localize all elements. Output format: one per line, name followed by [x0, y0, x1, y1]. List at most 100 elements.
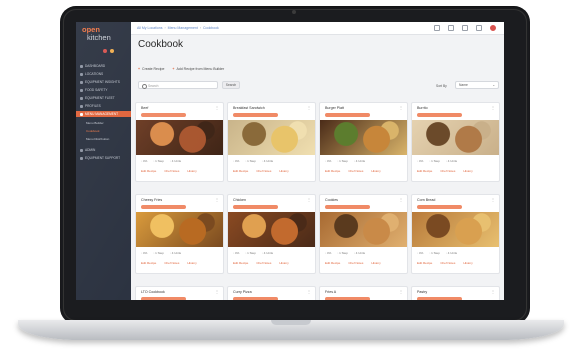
more-options-icon[interactable]: ⋮	[307, 105, 311, 110]
sidebar-subitem-cookbook[interactable]: Cookbook	[86, 129, 100, 133]
top-icons	[434, 25, 496, 31]
breadcrumb-all-locations[interactable]: All My Locations	[137, 26, 162, 30]
recipe-links: Edit Recipe Chef Notes History	[141, 169, 197, 173]
recipe-photo	[412, 120, 499, 155]
recipe-card[interactable]: Beef ⋮ ◦ 4% ◦ 1 Step ◦ 4 Units Edit Recipe Che…	[135, 102, 224, 182]
recipe-links: Edit Recipe Chef Notes History	[141, 261, 197, 265]
history-link[interactable]: History	[187, 169, 196, 173]
recipe-card[interactable]: Burrito ⋮ ◦ 4% ◦ 1 Step ◦ 4 Units Edit Recipe…	[411, 102, 500, 182]
fleet-icon	[80, 96, 83, 100]
sort-value: Name	[459, 83, 468, 87]
chef-notes-link[interactable]: Chef Notes	[440, 261, 455, 265]
more-options-icon[interactable]: ⋮	[215, 105, 219, 110]
recipe-card[interactable]: Cookies ⋮ ◦ 4% ◦ 1 Step ◦ 4 Units Edit Recipe…	[319, 194, 408, 274]
recipe-card[interactable]: Burger Platt ⋮ ◦ 4% ◦ 1 Step ◦ 4 Units Edit R…	[319, 102, 408, 182]
recipe-meta-item: ◦ 4%	[233, 251, 240, 255]
sidebar-item-locations[interactable]: LOCATIONS	[80, 72, 103, 76]
edit-recipe-link[interactable]: Edit Recipe	[233, 169, 248, 173]
create-recipe-button[interactable]: + Create Recipe	[138, 67, 164, 71]
history-link[interactable]: History	[371, 261, 380, 265]
history-link[interactable]: History	[187, 261, 196, 265]
recipe-tag-badge	[417, 297, 462, 300]
edit-recipe-link[interactable]: Edit Recipe	[417, 261, 432, 265]
help-icon[interactable]	[434, 25, 440, 31]
more-options-icon[interactable]: ⋮	[491, 289, 495, 294]
recipe-links: Edit Recipe Chef Notes History	[325, 169, 381, 173]
plus-icon: +	[172, 67, 175, 71]
recipe-tag-badge	[325, 205, 370, 209]
sidebar-item-equipment-fleet[interactable]: EQUIPMENT FLEET	[80, 96, 115, 100]
more-options-icon[interactable]: ⋮	[399, 197, 403, 202]
settings-icon[interactable]	[462, 25, 468, 31]
recipe-card[interactable]: Breakfast Sandwich ⋮ ◦ 4% ◦ 1 Step ◦ 4 Units…	[227, 102, 316, 182]
edit-recipe-link[interactable]: Edit Recipe	[141, 169, 156, 173]
chef-notes-link[interactable]: Chef Notes	[348, 169, 363, 173]
sidebar-item-food-safety[interactable]: FOOD SAFETY	[80, 88, 108, 92]
user-avatar-icon[interactable]	[490, 25, 496, 31]
breadcrumb-menu-management[interactable]: Menu Management	[168, 26, 198, 30]
more-options-icon[interactable]: ⋮	[399, 105, 403, 110]
more-options-icon[interactable]: ⋮	[215, 197, 219, 202]
edit-recipe-link[interactable]: Edit Recipe	[325, 261, 340, 265]
brand-logo[interactable]: open kitchen	[82, 26, 111, 42]
sidebar-item-admin[interactable]: ADMIN	[80, 148, 95, 152]
recipe-card[interactable]: Curry Pizza ⋮	[227, 286, 316, 300]
more-options-icon[interactable]: ⋮	[491, 105, 495, 110]
sidebar-item-profiles[interactable]: PROFILES	[80, 104, 101, 108]
recipe-meta-item: ◦ 4%	[141, 159, 148, 163]
sidebar-subitem-menu-builder[interactable]: Menu Builder	[86, 121, 104, 125]
page-title: Cookbook	[138, 39, 184, 50]
search-input[interactable]: Search	[138, 81, 218, 89]
more-options-icon[interactable]: ⋮	[307, 289, 311, 294]
recipe-name: Pastry	[417, 290, 428, 294]
more-options-icon[interactable]: ⋮	[307, 197, 311, 202]
recipe-card[interactable]: LTO Cookbook ⋮	[135, 286, 224, 300]
sidebar-item-equipment-insights[interactable]: EQUIPMENT INSIGHTS	[80, 80, 120, 84]
breadcrumb-cookbook[interactable]: Cookbook	[203, 26, 219, 30]
history-link[interactable]: History	[463, 261, 472, 265]
camera-icon	[292, 10, 296, 14]
more-options-icon[interactable]: ⋮	[215, 289, 219, 294]
sidebar-item-menu-management[interactable]: MENU MANAGEMENT	[76, 111, 131, 117]
more-options-icon[interactable]: ⋮	[491, 197, 495, 202]
history-link[interactable]: History	[463, 169, 472, 173]
refresh-icon[interactable]	[448, 25, 454, 31]
chef-notes-link[interactable]: Chef Notes	[164, 169, 179, 173]
sidebar-item-dashboard[interactable]: DASHBOARD	[80, 64, 105, 68]
sidebar: open kitchen DASHBOARD LOCATIONS EQUIPME…	[76, 22, 131, 300]
recipe-name: Chicken	[233, 198, 246, 202]
edit-recipe-link[interactable]: Edit Recipe	[325, 169, 340, 173]
chef-notes-link[interactable]: Chef Notes	[440, 169, 455, 173]
edit-recipe-link[interactable]: Edit Recipe	[141, 261, 156, 265]
more-options-icon[interactable]: ⋮	[399, 289, 403, 294]
chef-notes-link[interactable]: Chef Notes	[348, 261, 363, 265]
sort-select[interactable]: Name ⌄	[455, 81, 499, 89]
recipe-meta-item: ◦ 4%	[417, 159, 424, 163]
recipe-meta: ◦ 4% ◦ 1 Step ◦ 4 Units	[233, 159, 273, 163]
recipe-card[interactable]: Chicken ⋮ ◦ 4% ◦ 1 Step ◦ 4 Units Edit Recipe…	[227, 194, 316, 274]
history-link[interactable]: History	[279, 169, 288, 173]
notification-icon[interactable]	[110, 49, 114, 53]
recipe-tag-badge	[141, 205, 186, 209]
add-from-menu-builder-button[interactable]: + Add Recipe from Menu Builder	[172, 67, 224, 71]
alert-icon[interactable]	[103, 49, 107, 53]
recipe-card[interactable]: Cheesy Fries ⋮ ◦ 4% ◦ 1 Step ◦ 4 Units Edit R…	[135, 194, 224, 274]
recipe-meta-item: ◦ 4 Units	[353, 251, 366, 255]
recipe-tag-badge	[417, 113, 462, 117]
sidebar-item-equipment-support[interactable]: EQUIPMENT SUPPORT	[80, 156, 120, 160]
recipe-card[interactable]: Pastry ⋮	[411, 286, 500, 300]
grid-icon[interactable]	[476, 25, 482, 31]
search-button[interactable]: Search	[222, 81, 240, 89]
edit-recipe-link[interactable]: Edit Recipe	[233, 261, 248, 265]
chef-notes-link[interactable]: Chef Notes	[164, 261, 179, 265]
recipe-card[interactable]: Corn Bread ⋮ ◦ 4% ◦ 1 Step ◦ 4 Units Edit Rec…	[411, 194, 500, 274]
history-link[interactable]: History	[279, 261, 288, 265]
history-link[interactable]: History	[371, 169, 380, 173]
recipe-card[interactable]: Fries A ⋮	[319, 286, 408, 300]
sidebar-subitem-menu-distribution[interactable]: Menu Distribution	[86, 137, 109, 141]
recipe-meta-item: ◦ 4 Units	[445, 159, 458, 163]
sidebar-item-label: EQUIPMENT INSIGHTS	[85, 80, 120, 84]
chef-notes-link[interactable]: Chef Notes	[256, 169, 271, 173]
chef-notes-link[interactable]: Chef Notes	[256, 261, 271, 265]
edit-recipe-link[interactable]: Edit Recipe	[417, 169, 432, 173]
